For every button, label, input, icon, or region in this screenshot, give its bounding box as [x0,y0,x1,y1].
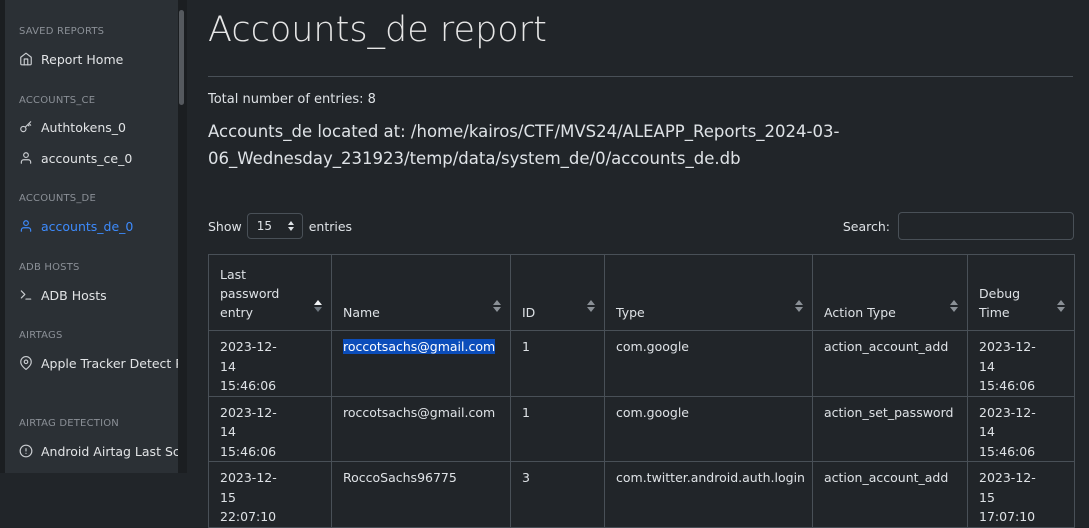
section-heading-accounts-de: ACCOUNTS_DE [19,193,96,204]
cell-debug-time: 2023-12-14 15:46:06 [967,330,1075,397]
sidebar-item-report-home[interactable]: Report Home [19,49,123,69]
key-icon [19,120,33,134]
sidebar-item-authtokens[interactable]: Authtokens_0 [19,117,126,137]
column-header-type[interactable]: Type [604,254,813,331]
sidebar-item-adb-hosts[interactable]: ADB Hosts [19,285,107,305]
section-heading-accounts-ce: ACCOUNTS_CE [19,95,96,106]
cell-type: com.twitter.android.auth.login [604,461,813,528]
scrollbar-thumb[interactable] [179,10,184,105]
section-heading-airtag-detection: AIRTAG DETECTION [19,418,119,429]
cell-action-type: action_set_password [812,395,968,462]
scroll-up-arrow-icon[interactable]: ⌃ [178,0,187,7]
page-length-control: Show 15 entries [208,212,352,240]
cell-id: 1 [510,395,605,462]
sidebar-item-accounts-ce[interactable]: accounts_ce_0 [19,148,132,168]
sort-icon [950,300,958,312]
entries-label: entries [308,218,353,234]
sidebar-item-label: Apple Tracker Detect Pre [41,355,181,371]
terminal-icon [19,288,33,302]
search-input[interactable] [898,212,1074,240]
sidebar-item-android-airtag-last-scan[interactable]: Android Airtag Last Scan [19,441,181,461]
cell-last-password-entry: 2023-12-15 22:07:10 [208,461,332,528]
sidebar-nav: SAVED REPORTS Report Home ACCOUNTS_CE Au… [5,0,181,473]
main-content: Accounts_de report Total number of entri… [208,0,1075,528]
search-label: Search: [842,218,890,234]
select-caret-icon [287,221,294,231]
cell-debug-time: 2023-12-14 15:46:06 [967,395,1075,462]
sidebar-scrollbar[interactable]: ⌃ [178,0,187,473]
cell-id: 1 [510,330,605,397]
column-header-action-type[interactable]: Action Type [812,254,968,331]
user-icon [19,151,33,165]
cell-name: RoccoSachs96775 [331,461,511,528]
show-label: Show [208,218,242,234]
column-header-name[interactable]: Name [331,254,511,331]
sort-ascending-icon [314,300,322,312]
total-entries: Total number of entries: 8 [208,92,376,107]
sidebar-item-label: Report Home [41,51,124,67]
section-heading-airtags: AIRTAGS [19,330,63,341]
table-search: Search: [843,212,1074,240]
cell-name: roccotsachs@gmail.com [331,330,511,397]
cell-name: roccotsachs@gmail.com [331,395,511,462]
map-pin-icon [19,356,33,370]
cell-type: com.google [604,395,813,462]
sort-icon [1057,300,1065,312]
selected-text[interactable]: roccotsachs@gmail.com [343,339,496,354]
sort-icon [587,300,595,312]
table-row: 2023-12-14 15:46:06 roccotsachs@gmail.co… [208,330,1075,397]
sort-icon [795,300,803,312]
cell-debug-time: 2023-12-15 17:07:10 [967,461,1075,528]
cell-last-password-entry: 2023-12-14 15:46:06 [208,330,332,397]
sidebar-item-label: ADB Hosts [41,287,107,303]
divider [208,76,1073,77]
sidebar-item-apple-tracker-detect[interactable]: Apple Tracker Detect Pre [19,353,181,373]
sidebar-item-accounts-de[interactable]: accounts_de_0 [19,216,133,236]
table-header-row: Last password entry Name ID Type Action … [208,254,1075,331]
column-header-id[interactable]: ID [510,254,605,331]
user-icon [19,219,33,233]
column-header-debug-time[interactable]: Debug Time [967,254,1075,331]
section-heading-saved-reports: SAVED REPORTS [19,26,105,37]
sidebar-item-label: Android Airtag Last Scan [41,443,181,459]
sidebar-item-label: accounts_ce_0 [41,150,133,166]
table-row: 2023-12-15 22:07:10 RoccoSachs96775 3 co… [208,461,1075,528]
alert-circle-icon [19,444,33,458]
cell-action-type: action_account_add [812,461,968,528]
sidebar: SAVED REPORTS Report Home ACCOUNTS_CE Au… [0,0,187,473]
accounts-table: Last password entry Name ID Type Action … [208,254,1075,528]
section-heading-adb-hosts: ADB HOSTS [19,262,80,273]
column-header-last-password-entry[interactable]: Last password entry [208,254,332,331]
table-row: 2023-12-14 15:46:06 roccotsachs@gmail.co… [208,395,1075,462]
cell-last-password-entry: 2023-12-14 15:46:06 [208,395,332,462]
sidebar-item-label: accounts_de_0 [41,218,134,234]
page-length-value: 15 [256,219,273,233]
database-location: Accounts_de located at: /home/kairos/CTF… [208,122,840,168]
home-icon [19,52,33,66]
page-length-select[interactable]: 15 [246,213,303,239]
cell-id: 3 [510,461,605,528]
cell-action-type: action_account_add [812,330,968,397]
cell-type: com.google [604,330,813,397]
page-title: Accounts_de report [208,10,547,50]
sort-icon [493,300,501,312]
sidebar-item-label: Authtokens_0 [41,119,126,135]
